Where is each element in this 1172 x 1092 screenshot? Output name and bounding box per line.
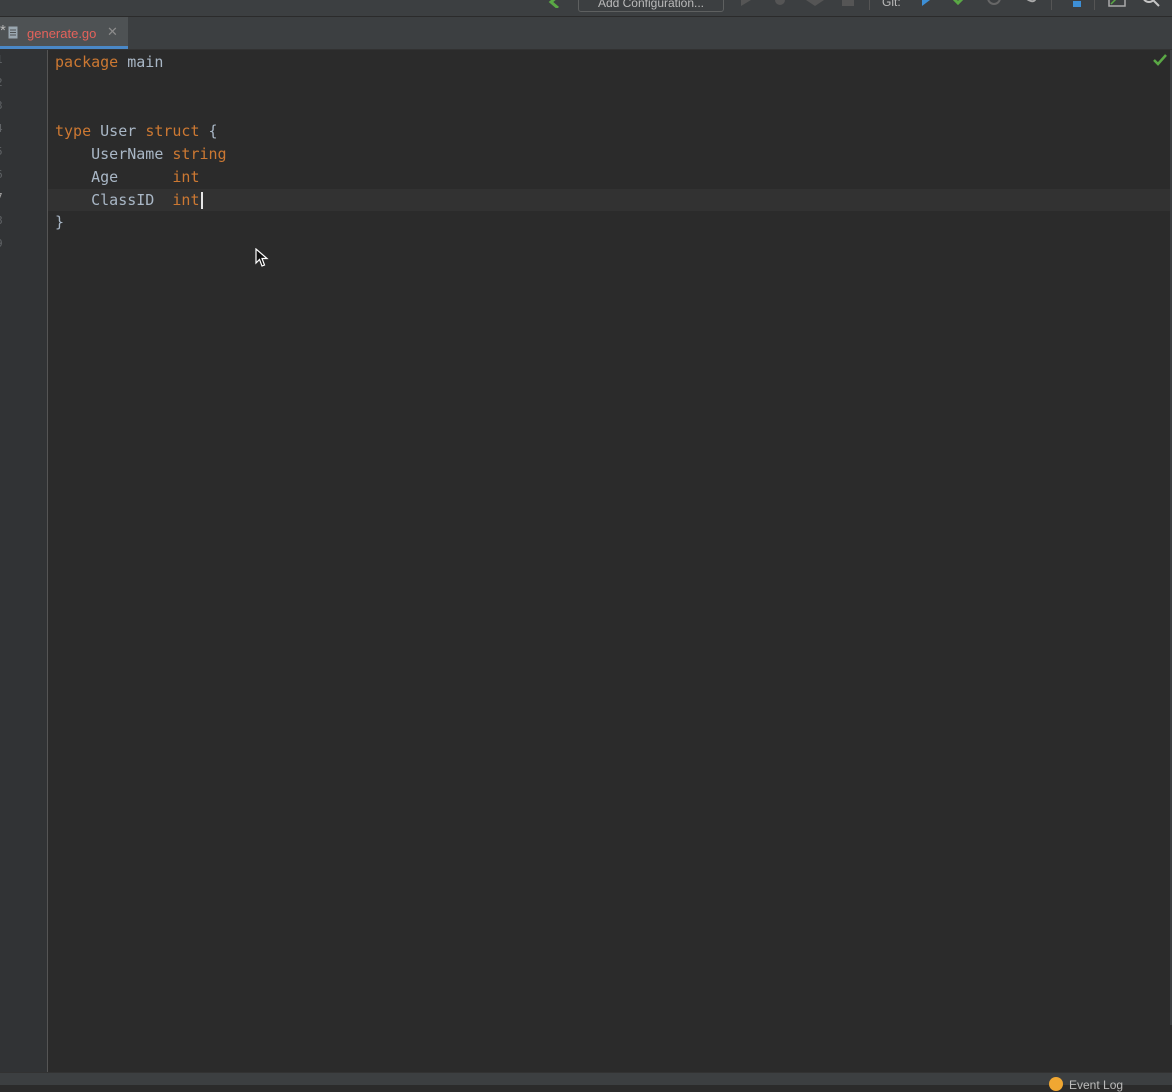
field-type: string xyxy=(172,145,227,163)
identifier: main xyxy=(118,53,164,71)
line-number: 1 xyxy=(0,53,6,66)
event-log-label: Event Log xyxy=(1069,1078,1124,1092)
line-number: 6 xyxy=(0,168,6,181)
line-number-gutter: 1 2 3 4 5 6 7 8 9 xyxy=(0,50,48,1072)
editor-tab-bar: * generate.go ✕ xyxy=(0,17,1172,50)
event-log-button[interactable]: Event Log xyxy=(1049,1077,1124,1092)
text-caret xyxy=(200,192,203,209)
tab-label: generate.go xyxy=(27,26,97,41)
current-line-highlight xyxy=(48,189,1170,211)
search-icon[interactable] xyxy=(1142,0,1160,7)
check-icon[interactable] xyxy=(1153,53,1167,67)
field-type: int xyxy=(172,168,200,186)
brace: } xyxy=(55,213,65,231)
run-icon[interactable] xyxy=(740,0,752,6)
field-name: Age xyxy=(55,168,173,186)
git-revert-icon[interactable] xyxy=(1024,0,1038,6)
line-number-current: 7 xyxy=(0,191,6,204)
git-history-icon[interactable] xyxy=(986,0,1002,6)
status-bar: Event Log xyxy=(0,1072,1172,1092)
keyword: package xyxy=(55,53,119,71)
keyword: type xyxy=(55,122,92,140)
keyword: struct xyxy=(145,122,200,140)
field-name: ClassID xyxy=(55,191,173,209)
add-configuration-button[interactable]: Add Configuration... xyxy=(578,0,724,12)
warning-icon xyxy=(1049,1077,1063,1091)
modified-marker: * xyxy=(0,22,6,39)
code-line-5: UserName string xyxy=(55,143,227,165)
line-number: 5 xyxy=(0,145,6,158)
coverage-icon[interactable] xyxy=(806,0,824,6)
git-update-icon[interactable] xyxy=(920,0,932,6)
go-file-icon xyxy=(8,26,18,39)
chart-icon[interactable] xyxy=(1108,0,1126,7)
git-commit-icon[interactable] xyxy=(953,0,967,6)
git-label: Git: xyxy=(882,0,901,9)
main-toolbar: Add Configuration... Git: xyxy=(0,0,1172,17)
stop-icon[interactable] xyxy=(842,0,854,6)
mouse-pointer-icon xyxy=(255,248,269,267)
active-tab-indicator xyxy=(0,46,128,49)
field-type: int xyxy=(172,191,200,209)
line-number: 8 xyxy=(0,214,6,227)
line-number: 2 xyxy=(0,76,6,89)
line-number: 3 xyxy=(0,99,6,112)
brace: { xyxy=(199,122,218,140)
code-line-7: ClassID int xyxy=(55,189,203,211)
code-editor[interactable]: package main type User struct { UserName… xyxy=(48,50,1170,1072)
project-structure-icon[interactable] xyxy=(1064,0,1082,7)
identifier: User xyxy=(91,122,146,140)
code-line-4: type User struct { xyxy=(55,120,218,142)
tab-close-icon[interactable]: ✕ xyxy=(107,24,118,40)
debug-icon[interactable] xyxy=(772,0,788,6)
code-line-6: Age int xyxy=(55,166,200,188)
code-line-1: package main xyxy=(55,51,163,73)
back-arrow-icon[interactable] xyxy=(548,0,562,8)
code-line-8: } xyxy=(55,211,64,233)
field-name: UserName xyxy=(55,145,173,163)
line-number: 9 xyxy=(0,237,6,250)
tab-generate-go[interactable]: * generate.go ✕ xyxy=(0,17,128,49)
line-number: 4 xyxy=(0,122,6,135)
